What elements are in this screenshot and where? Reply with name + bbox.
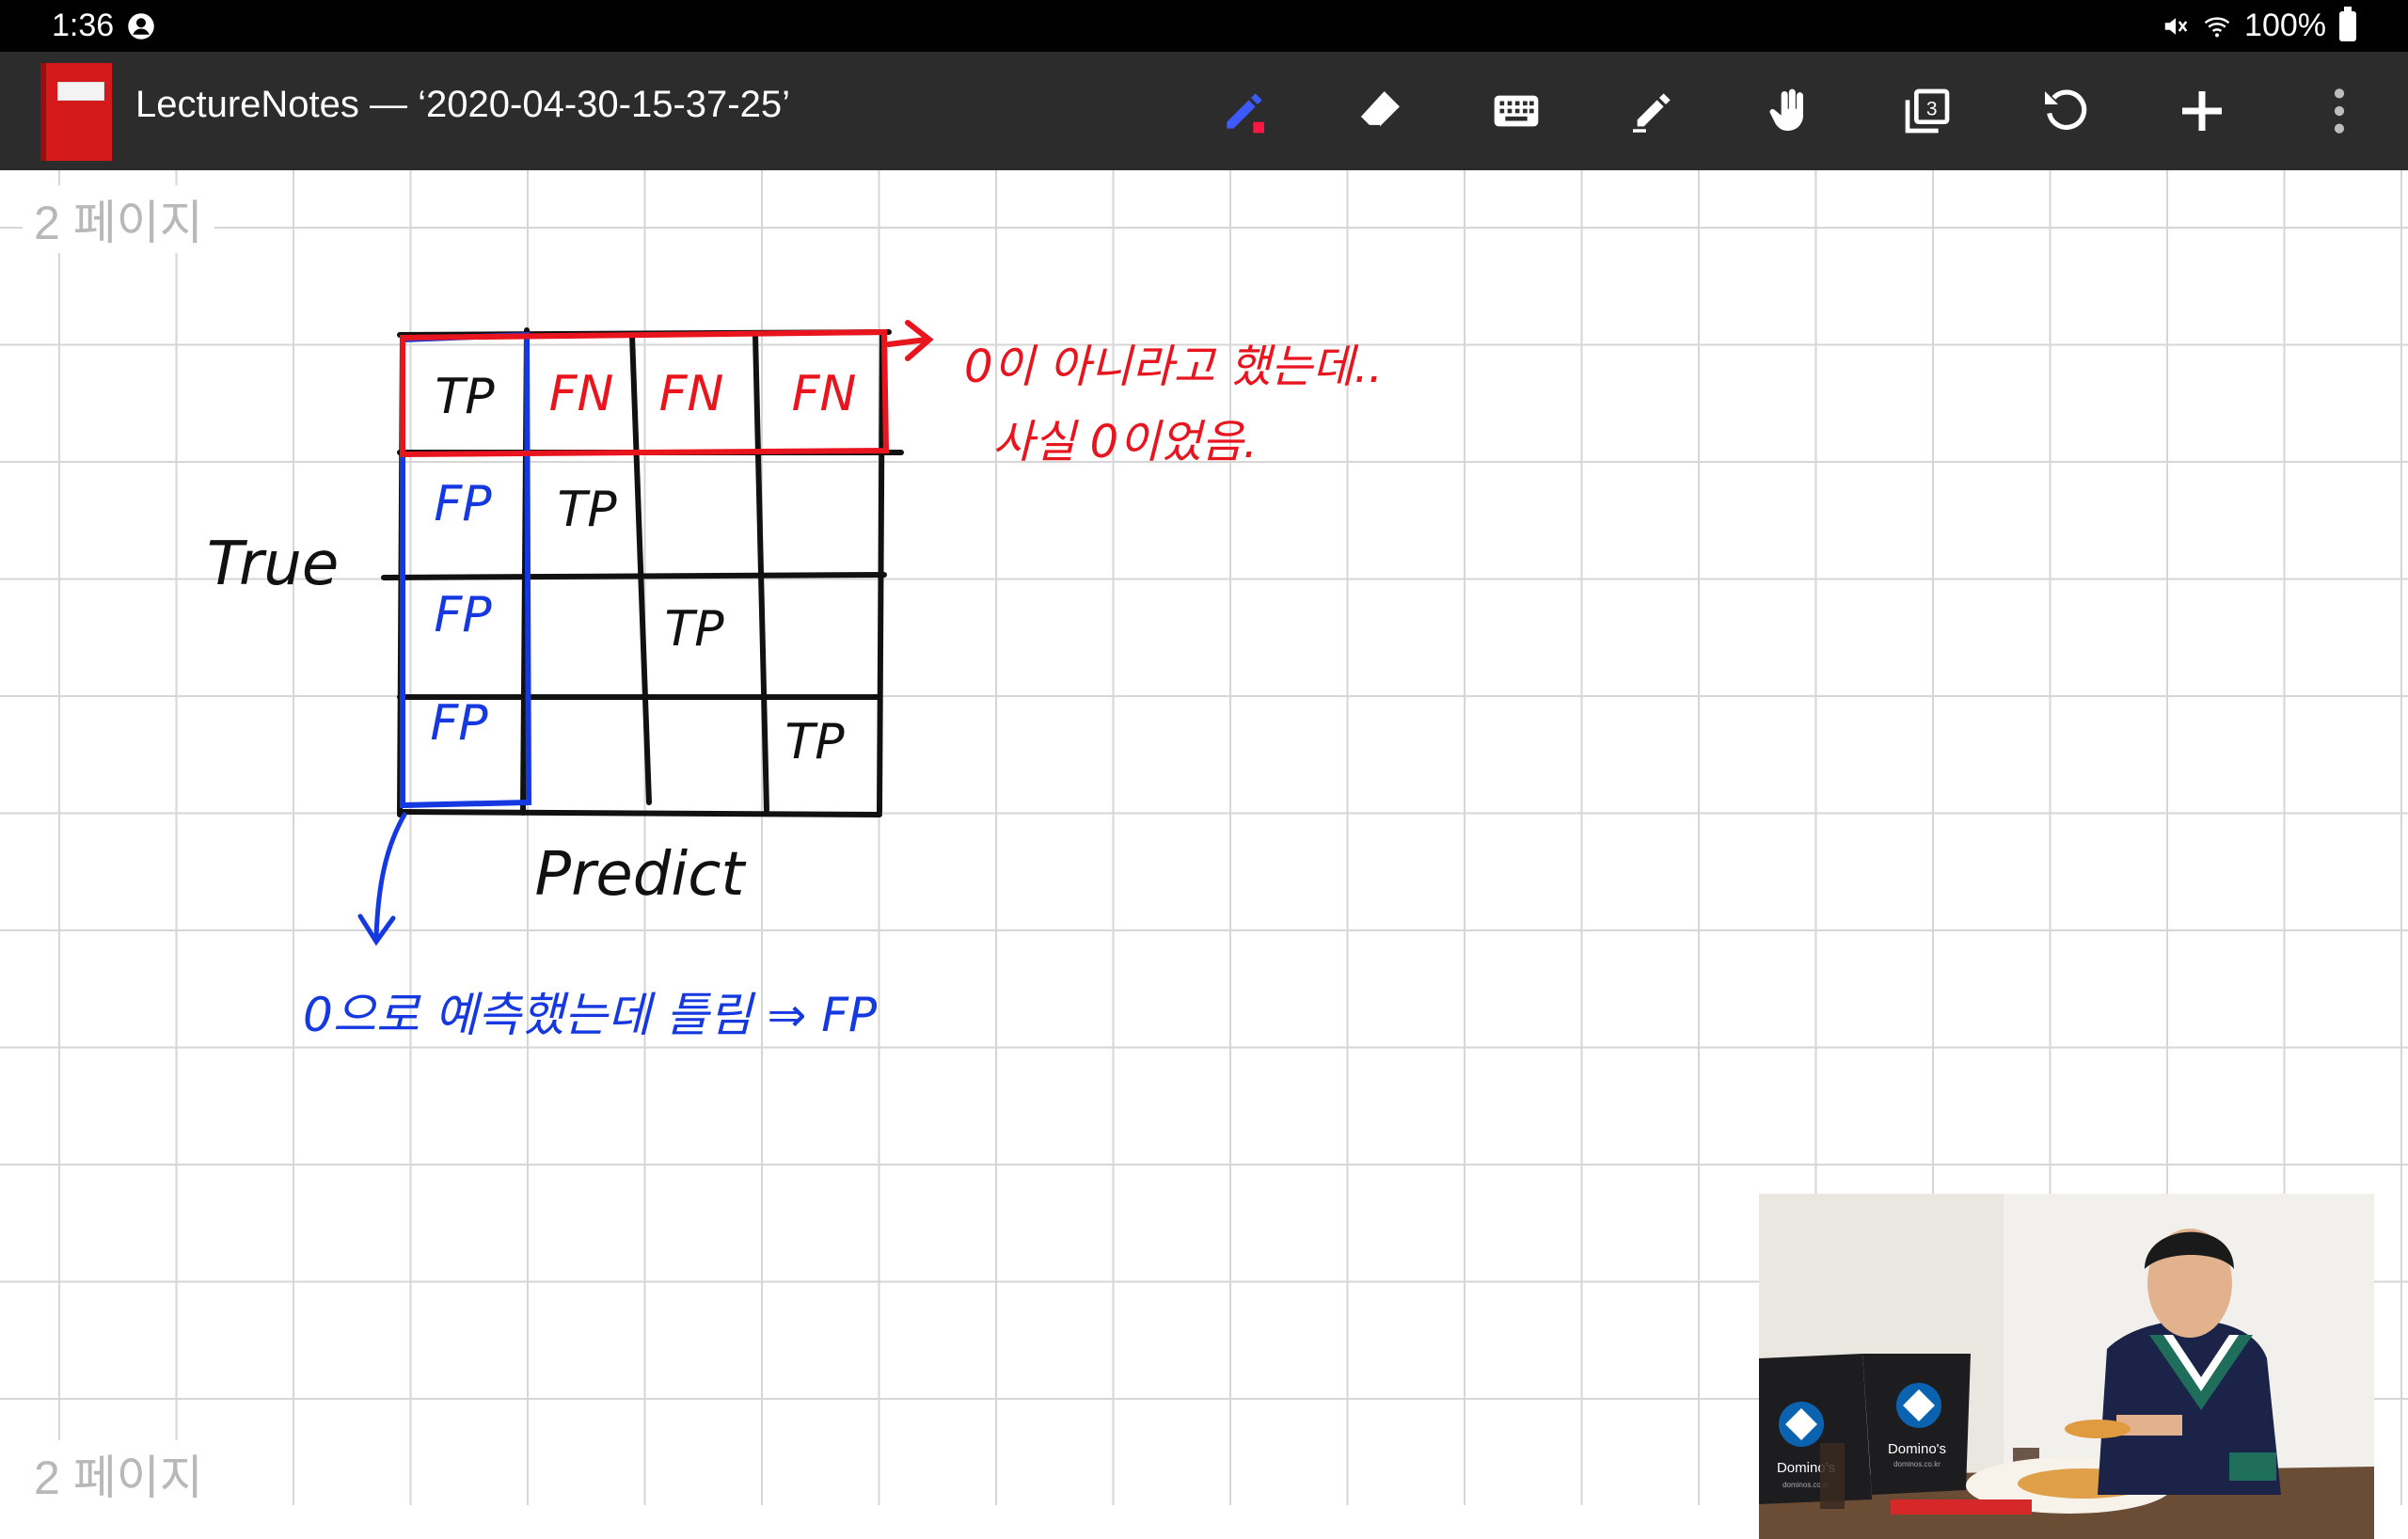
pizza-box-left: Domino's dominos.co.kr xyxy=(1759,1354,1872,1504)
column-axis-label: Predict xyxy=(535,840,748,910)
red-note-line2: 사실 0이었음. xyxy=(992,416,1258,468)
cell-r4c4: TP xyxy=(784,714,845,770)
cell-r1c1: TP xyxy=(435,369,495,425)
blue-note: 0으로 예측했는데 틀림 ⇒ FP xyxy=(303,988,878,1042)
page-count-icon: 3 xyxy=(1905,88,1950,134)
more-options-button[interactable] xyxy=(2306,78,2372,144)
cell-r4c1: FP xyxy=(430,695,488,752)
row-axis-label: True xyxy=(207,530,339,599)
wifi-icon xyxy=(2204,16,2230,37)
mute-icon xyxy=(2164,17,2188,35)
status-time: 1:36 xyxy=(52,8,115,43)
box-brand-right: Domino's xyxy=(1888,1441,1946,1457)
notebook-label-strip xyxy=(57,82,104,101)
more-vert-icon xyxy=(2334,88,2345,134)
cell-r1c4: FN xyxy=(792,366,857,422)
cell-r2c1: FP xyxy=(434,476,492,532)
notebook-title: LectureNotes — ‘2020-04-30-15-37-25’ xyxy=(135,84,790,125)
battery-icon xyxy=(2339,6,2356,41)
undo-button[interactable] xyxy=(2032,78,2098,144)
hand-icon xyxy=(1769,88,1803,131)
highlighter-tool-button[interactable] xyxy=(1620,78,1686,144)
cell-r3c1: FP xyxy=(434,587,492,643)
hand-tool-button[interactable] xyxy=(1757,78,1823,144)
status-right: 100% xyxy=(2162,6,2356,44)
cell-r2c2: TP xyxy=(557,482,617,538)
add-button[interactable] xyxy=(2169,78,2235,144)
account-circle-icon xyxy=(128,12,154,40)
eraser-icon xyxy=(1359,91,1400,128)
app-toolbar: LectureNotes — ‘2020-04-30-15-37-25’ 3 xyxy=(0,52,2408,170)
cell-r3c3: TP xyxy=(664,601,724,658)
cell-r1c3: FN xyxy=(659,366,724,422)
add-icon xyxy=(2182,91,2222,131)
battery-percent: 100% xyxy=(2244,8,2326,43)
video-overlay[interactable]: Domino's dominos.co.kr Domino's dominos.… xyxy=(1759,1194,2374,1539)
pen-tool-button[interactable] xyxy=(1212,78,1277,144)
red-note-line1: 0이 아니라고 했는데.. xyxy=(964,341,1383,393)
cell-r1c2: FN xyxy=(549,366,614,422)
highlighter-icon xyxy=(1633,93,1671,133)
pizza-box-right: Domino's dominos.co.kr xyxy=(1862,1354,1971,1495)
page-count-text: 3 xyxy=(1926,99,1938,120)
page-count-button[interactable]: 3 xyxy=(1894,78,1960,144)
keyboard-tool-button[interactable] xyxy=(1483,78,1549,144)
status-left: 1:36 xyxy=(52,8,155,44)
undo-icon xyxy=(2045,89,2087,130)
pen-icon xyxy=(1227,93,1264,134)
notebook-cover-icon[interactable] xyxy=(40,63,112,161)
blue-arrow xyxy=(357,812,407,946)
red-arrow xyxy=(886,320,934,361)
status-bar: 1:36 100% xyxy=(0,0,2408,52)
eraser-tool-button[interactable] xyxy=(1347,78,1413,144)
keyboard-icon xyxy=(1494,95,1539,127)
note-canvas[interactable]: 2 페이지 2 페이지 TP FN FN FN FP TP FP TP FP T… xyxy=(0,170,2408,1539)
video-frame: Domino's dominos.co.kr Domino's dominos.… xyxy=(1759,1194,2374,1539)
box-subbrand-right: dominos.co.kr xyxy=(1893,1460,1941,1468)
